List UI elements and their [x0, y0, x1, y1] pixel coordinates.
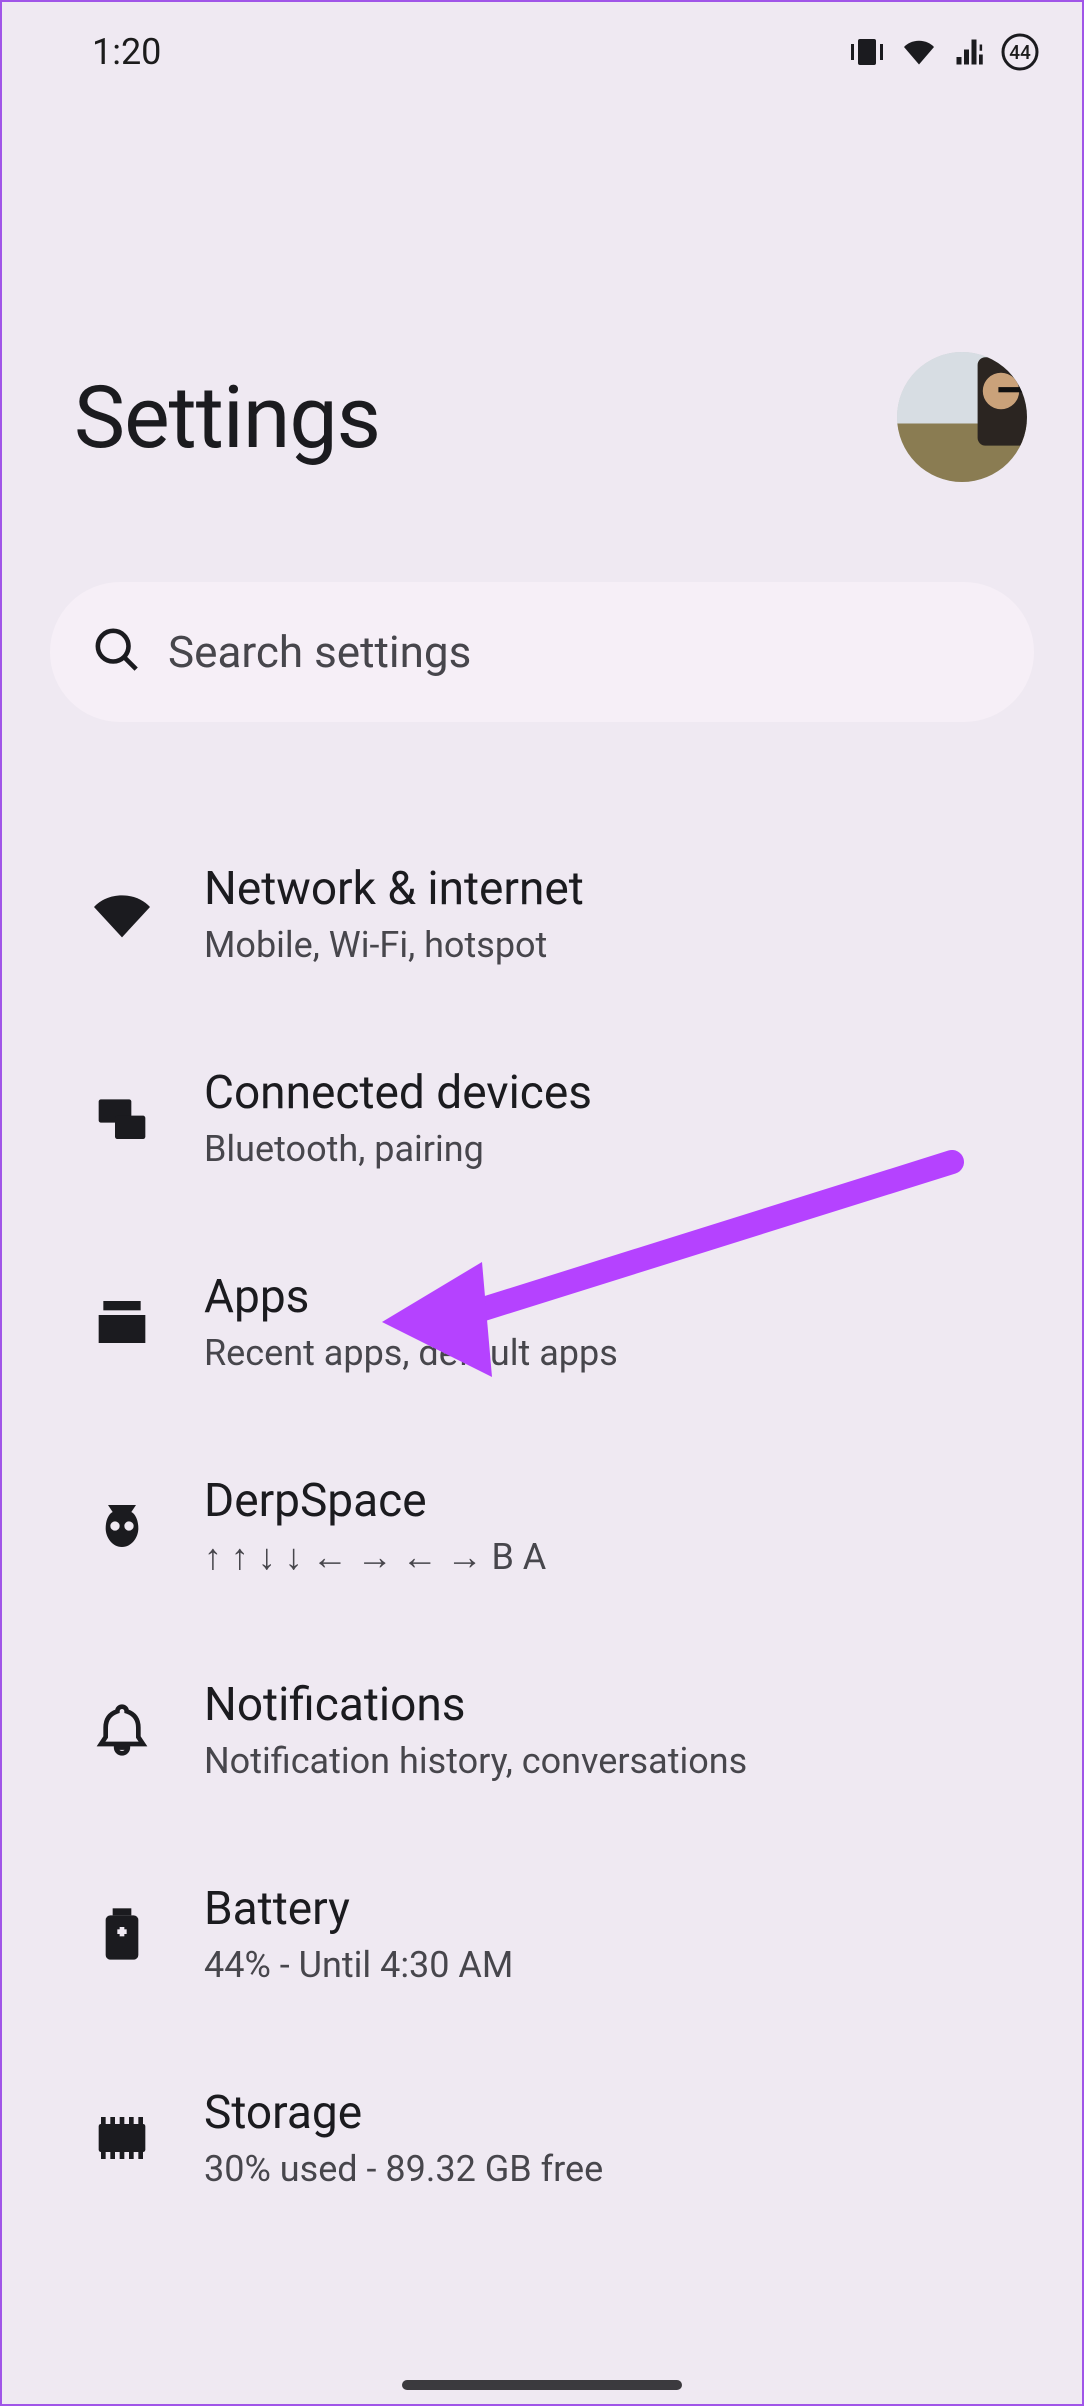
search-icon	[94, 627, 140, 677]
search-wrap: Search settings	[50, 582, 1034, 722]
settings-list: Network & internet Mobile, Wi-Fi, hotspo…	[2, 812, 1082, 2240]
apps-icon	[92, 1292, 152, 1352]
wifi-icon	[92, 884, 152, 944]
profile-avatar[interactable]	[897, 352, 1027, 482]
header: Settings	[2, 82, 1082, 482]
item-notifications[interactable]: Notifications Notification history, conv…	[2, 1628, 1082, 1832]
item-title: Battery	[204, 1882, 513, 1936]
cell-signal-icon	[952, 37, 986, 67]
item-title: Apps	[204, 1270, 618, 1324]
item-connected-devices[interactable]: Connected devices Bluetooth, pairing	[2, 1016, 1082, 1220]
wifi-status-icon	[900, 37, 938, 67]
item-network-internet[interactable]: Network & internet Mobile, Wi-Fi, hotspo…	[2, 812, 1082, 1016]
search-placeholder: Search settings	[168, 626, 471, 678]
item-subtitle: Bluetooth, pairing	[204, 1128, 592, 1170]
owl-icon	[92, 1496, 152, 1556]
item-title: DerpSpace	[204, 1474, 546, 1528]
vibrate-icon	[848, 37, 886, 67]
item-subtitle: Mobile, Wi-Fi, hotspot	[204, 924, 584, 966]
item-title: Storage	[204, 2086, 603, 2140]
search-settings-input[interactable]: Search settings	[50, 582, 1034, 722]
item-storage[interactable]: Storage 30% used - 89.32 GB free	[2, 2036, 1082, 2240]
item-battery[interactable]: Battery 44% - Until 4:30 AM	[2, 1832, 1082, 2036]
item-derpspace[interactable]: DerpSpace ↑ ↑ ↓ ↓ ← → ← → B A	[2, 1424, 1082, 1628]
item-apps[interactable]: Apps Recent apps, default apps	[2, 1220, 1082, 1424]
status-bar: 1:20 44	[2, 2, 1082, 82]
devices-icon	[92, 1088, 152, 1148]
home-indicator[interactable]	[402, 2380, 682, 2390]
item-subtitle: ↑ ↑ ↓ ↓ ← → ← → B A	[204, 1536, 546, 1578]
page-title: Settings	[74, 367, 380, 468]
item-subtitle: 44% - Until 4:30 AM	[204, 1944, 513, 1986]
item-subtitle: 30% used - 89.32 GB free	[204, 2148, 603, 2190]
status-right: 44	[848, 32, 1040, 72]
battery-badge: 44	[1000, 32, 1040, 72]
bell-icon	[92, 1700, 152, 1760]
battery-icon	[92, 1904, 152, 1964]
item-title: Connected devices	[204, 1066, 592, 1120]
item-title: Notifications	[204, 1678, 747, 1732]
item-subtitle: Recent apps, default apps	[204, 1332, 618, 1374]
storage-icon	[92, 2108, 152, 2168]
item-title: Network & internet	[204, 862, 584, 916]
item-subtitle: Notification history, conversations	[204, 1740, 747, 1782]
status-time: 1:20	[92, 31, 161, 73]
